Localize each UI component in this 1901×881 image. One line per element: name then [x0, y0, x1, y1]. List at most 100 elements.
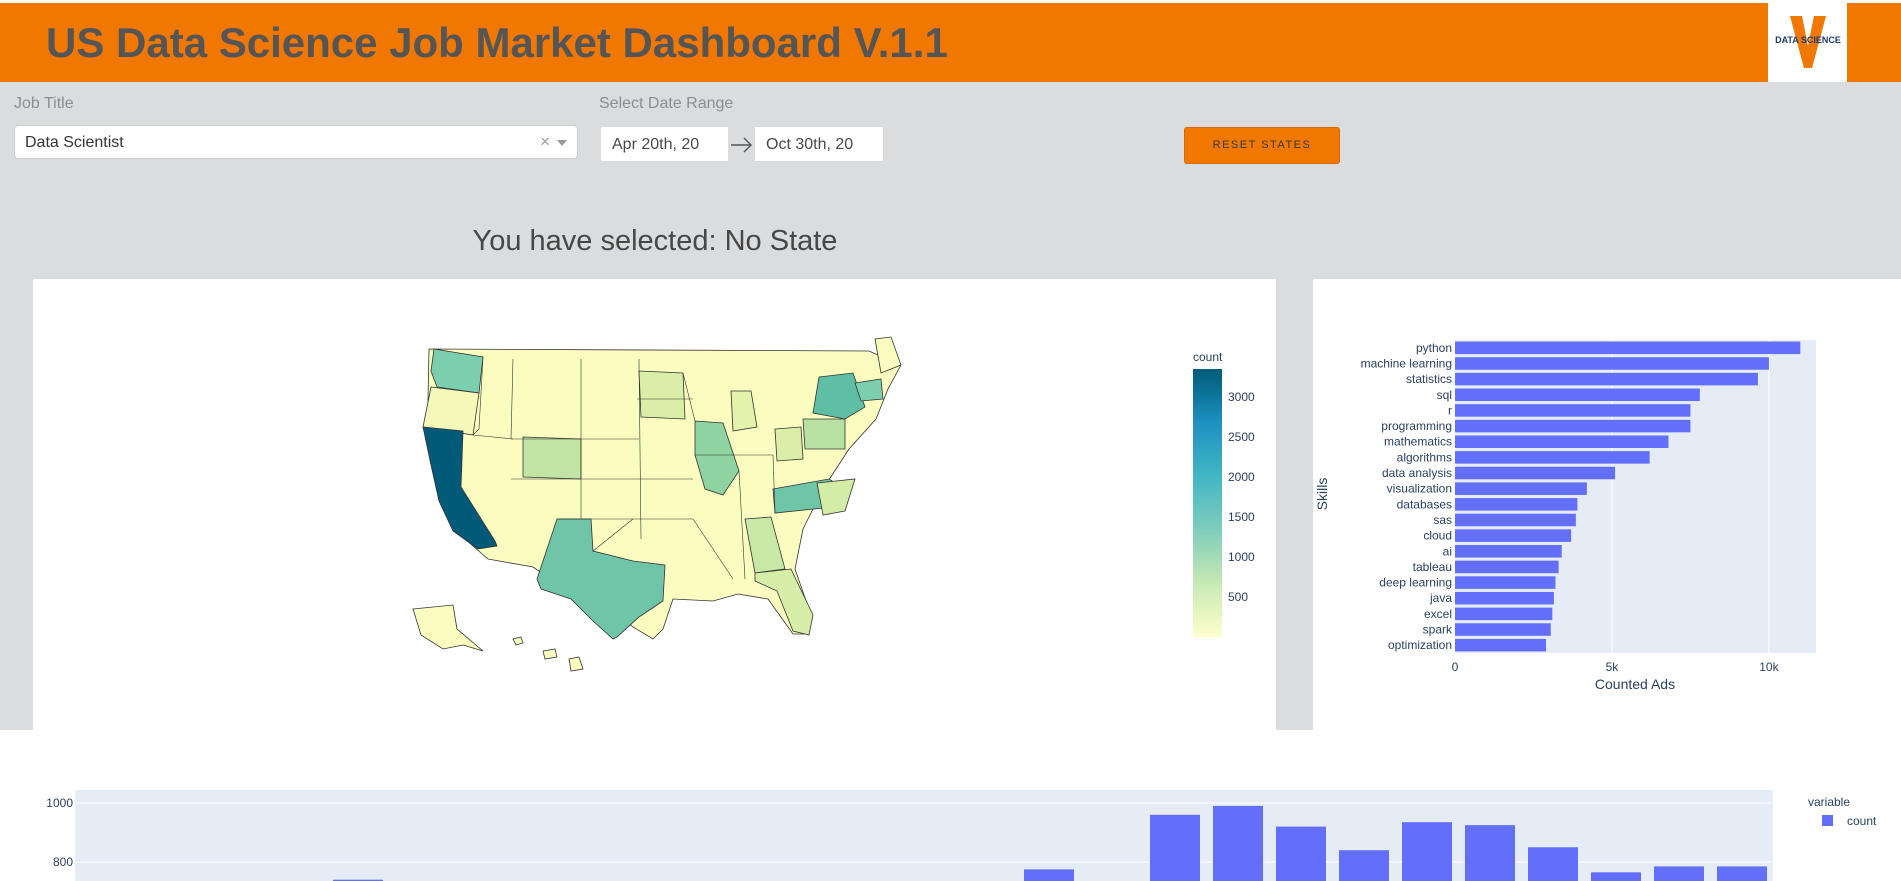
- skill-bar[interactable]: [1455, 498, 1578, 511]
- skill-bar[interactable]: [1455, 404, 1691, 417]
- skill-bar[interactable]: [1455, 357, 1769, 370]
- job-title-value: Data Scientist: [25, 134, 124, 151]
- skill-bar[interactable]: [1455, 607, 1553, 621]
- skill-label: programming: [1381, 419, 1452, 433]
- arrow-right-icon: [731, 137, 752, 153]
- time-bar[interactable]: [1465, 825, 1515, 881]
- state-north-carolina[interactable]: [816, 478, 856, 516]
- colorbar-tick-label: 500: [1228, 590, 1248, 604]
- skill-bar[interactable]: [1455, 576, 1556, 589]
- job-title-dropdown[interactable]: Data Scientist ×: [14, 125, 578, 159]
- skill-bar[interactable]: [1455, 638, 1547, 652]
- time-bar[interactable]: [1402, 822, 1452, 881]
- colorbar-tick-label: 1000: [1228, 550, 1255, 564]
- skill-bar[interactable]: [1455, 466, 1616, 480]
- colorbar-tick-label: 2500: [1228, 430, 1255, 444]
- selection-status: You have selected: No State: [472, 225, 838, 257]
- time-bar[interactable]: [1339, 850, 1389, 881]
- skill-label: data analysis: [1382, 466, 1452, 480]
- skill-bar[interactable]: [1455, 545, 1562, 558]
- skill-bar[interactable]: [1455, 341, 1801, 355]
- skill-label: sas: [1433, 513, 1452, 527]
- clear-icon[interactable]: ×: [540, 132, 550, 152]
- time-plot-area: [75, 790, 1773, 881]
- colorbar-tick-label: 3000: [1228, 390, 1255, 404]
- skill-label: r: [1448, 403, 1452, 417]
- colorbar-title: count: [1193, 350, 1223, 364]
- time-bar[interactable]: [1654, 866, 1704, 881]
- time-bar-chart[interactable]: 1000 800 variable count: [0, 730, 1901, 881]
- start-date-input[interactable]: Apr 20th, 20: [600, 126, 729, 162]
- time-bar[interactable]: [1591, 872, 1641, 881]
- job-title-label: Job Title: [14, 95, 74, 112]
- state-hawaii-1[interactable]: [512, 636, 524, 646]
- colorbar: [1193, 369, 1222, 637]
- end-date-input[interactable]: Oct 30th, 20: [754, 126, 884, 162]
- state-ohio[interactable]: [774, 426, 804, 462]
- us-choropleth-map[interactable]: count 3000 2500 2000 1500 1000 500: [33, 279, 1276, 730]
- skill-label: algorithms: [1397, 450, 1452, 464]
- time-bar[interactable]: [1150, 814, 1200, 881]
- skill-bar[interactable]: [1455, 435, 1669, 448]
- time-bar[interactable]: [1213, 805, 1263, 881]
- state-pennsylvania[interactable]: [802, 418, 846, 450]
- skill-label: mathematics: [1384, 435, 1452, 449]
- state-washington[interactable]: [430, 348, 484, 394]
- skills-x-tick: 5k: [1606, 660, 1620, 674]
- skill-bar[interactable]: [1455, 372, 1758, 386]
- time-bar[interactable]: [1528, 847, 1578, 881]
- legend-item-count: count: [1847, 814, 1877, 828]
- skill-bar[interactable]: [1455, 388, 1700, 402]
- header: US Data Science Job Market Dashboard V.1…: [0, 0, 1901, 82]
- state-minnesota[interactable]: [638, 370, 686, 420]
- skill-bar[interactable]: [1455, 560, 1559, 574]
- time-bar[interactable]: [1276, 826, 1326, 881]
- skill-label: tableau: [1413, 560, 1452, 574]
- skill-bar[interactable]: [1455, 529, 1572, 542]
- skill-label: ai: [1443, 544, 1452, 558]
- skill-label: visualization: [1387, 482, 1452, 496]
- time-bar[interactable]: [1024, 869, 1074, 881]
- skill-bar[interactable]: [1455, 451, 1650, 464]
- legend-title: variable: [1808, 795, 1850, 809]
- time-y-tick: 800: [53, 855, 73, 869]
- skills-x-tick: 10k: [1759, 660, 1779, 674]
- skill-label: cloud: [1423, 529, 1452, 543]
- skills-x-tick: 0: [1452, 660, 1459, 674]
- skill-label: optimization: [1388, 638, 1452, 652]
- skill-bar[interactable]: [1455, 623, 1551, 636]
- date-range-label: Select Date Range: [599, 95, 734, 112]
- state-hawaii-3[interactable]: [568, 656, 584, 672]
- state-hawaii-2[interactable]: [542, 648, 558, 660]
- skills-x-axis-label: Counted Ads: [1595, 676, 1675, 692]
- skill-bar[interactable]: [1455, 591, 1554, 605]
- time-y-tick: 1000: [46, 796, 73, 810]
- data-science-logo: DATA SCIENCE: [1768, 2, 1847, 82]
- skill-bar[interactable]: [1455, 419, 1691, 433]
- skill-label: databases: [1397, 497, 1452, 511]
- logo-text: DATA SCIENCE: [1775, 35, 1841, 45]
- skill-label: excel: [1424, 607, 1452, 621]
- skill-label: sql: [1437, 388, 1452, 402]
- skills-y-axis-label: Skills: [1314, 478, 1330, 511]
- skill-label: deep learning: [1379, 576, 1452, 590]
- skill-label: statistics: [1406, 372, 1452, 386]
- legend-swatch[interactable]: [1822, 815, 1833, 826]
- state-alaska[interactable]: [412, 604, 484, 652]
- skill-bar[interactable]: [1455, 482, 1587, 495]
- time-bar[interactable]: [1717, 867, 1767, 881]
- skill-label: machine learning: [1361, 356, 1452, 370]
- skills-plot-area: [1455, 340, 1816, 653]
- page-title: US Data Science Job Market Dashboard V.1…: [46, 19, 948, 66]
- state-colorado[interactable]: [522, 436, 582, 480]
- colorbar-tick-label: 1500: [1228, 510, 1255, 524]
- reset-states-button[interactable]: RESET STATES: [1184, 127, 1340, 164]
- skill-label: spark: [1423, 623, 1453, 637]
- skill-bar[interactable]: [1455, 513, 1576, 527]
- colorbar-tick-label: 2000: [1228, 470, 1255, 484]
- skill-label: java: [1429, 591, 1452, 605]
- skills-bar-chart[interactable]: pythonmachine learning statistics sqlr prog…: [1313, 279, 1901, 730]
- skill-label: python: [1416, 341, 1452, 355]
- chevron-down-icon[interactable]: [557, 140, 567, 146]
- state-florida[interactable]: [754, 568, 814, 636]
